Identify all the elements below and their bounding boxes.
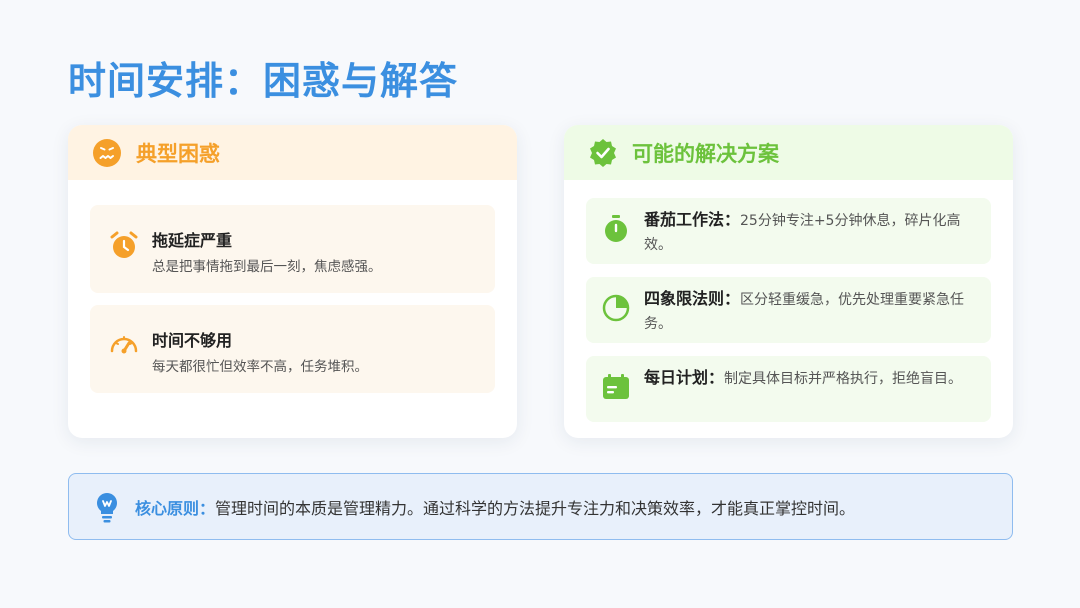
problem-item-procrastination: 拖延症严重 总是把事情拖到最后一刻，焦虑感强。 <box>90 205 495 293</box>
problems-heading: 典型困惑 <box>136 141 220 166</box>
lightbulb-icon <box>93 491 121 523</box>
principle-label: 核心原则： <box>135 498 216 518</box>
solution-desc: 制定具体目标并严格执行，拒绝盲目。 <box>724 371 963 387</box>
worried-face-icon <box>92 138 122 168</box>
solution-item-daily-plan: 每日计划：制定具体目标并严格执行，拒绝盲目。 <box>586 356 991 422</box>
solution-title: 番茄工作法： <box>644 210 741 229</box>
solutions-heading: 可能的解决方案 <box>632 141 779 166</box>
problem-desc: 总是把事情拖到最后一刻，焦虑感强。 <box>152 259 382 275</box>
solutions-card-header: 可能的解决方案 <box>564 125 1013 180</box>
solution-title: 每日计划： <box>644 368 725 387</box>
page-title: 时间安排：困惑与解答 <box>68 59 459 103</box>
problem-title: 时间不够用 <box>152 331 233 350</box>
problems-card-header: 典型困惑 <box>68 125 517 180</box>
problems-card: 典型困惑 拖延症严重 总是把事情拖到最后一刻，焦虑感强。 时间不够用 每天都很忙… <box>68 125 517 438</box>
problem-desc: 每天都很忙但效率不高，任务堆积。 <box>152 359 368 375</box>
solutions-card: 可能的解决方案 番茄工作法：25分钟专注+5分钟休息，碎片化高效。 四象限法则：… <box>564 125 1013 438</box>
problem-title: 拖延症严重 <box>152 231 233 250</box>
stopwatch-icon <box>600 213 632 245</box>
core-principle-banner: 核心原则： 管理时间的本质是管理精力。通过科学的方法提升专注力和决策效率，才能真… <box>68 473 1013 540</box>
calendar-icon <box>600 371 632 403</box>
solution-item-pomodoro: 番茄工作法：25分钟专注+5分钟休息，碎片化高效。 <box>586 198 991 264</box>
solution-item-four-quadrants: 四象限法则：区分轻重缓急，优先处理重要紧急任务。 <box>586 277 991 343</box>
problem-item-not-enough-time: 时间不够用 每天都很忙但效率不高，任务堆积。 <box>90 305 495 393</box>
check-badge-icon <box>588 138 618 168</box>
solution-title: 四象限法则： <box>644 289 741 308</box>
alarm-clock-icon <box>108 229 140 261</box>
speedometer-icon <box>108 329 140 361</box>
slide: 时间安排：困惑与解答 典型困惑 拖延症严重 总是把事情拖到最后一刻，焦虑感强。 … <box>0 0 1080 608</box>
principle-text: 管理时间的本质是管理精力。通过科学的方法提升专注力和决策效率，才能真正掌控时间。 <box>215 498 856 518</box>
pie-chart-icon <box>600 292 632 324</box>
